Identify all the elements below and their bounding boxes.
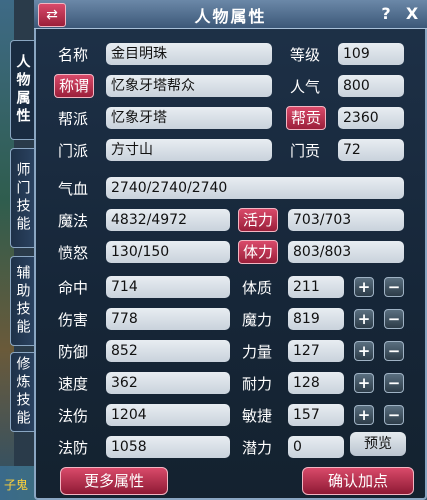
name-label: 名称 (58, 46, 89, 64)
gang-value: 忆象牙塔 (106, 107, 272, 129)
stat-label-defense: 防御 (58, 343, 89, 361)
attr-value-constitution: 211 (288, 276, 344, 298)
title-value: 忆象牙塔帮众 (106, 75, 272, 97)
stat-value-hit: 714 (106, 276, 230, 298)
attr-value-strength: 127 (288, 340, 344, 362)
help-icon[interactable]: ? (376, 4, 396, 24)
hp-value: 2740/2740/2740 (106, 177, 404, 199)
attr-label-constitution: 体质 (242, 279, 273, 297)
gang-contribution-value: 2360 (338, 107, 404, 129)
background-text: 子鬼 (4, 478, 29, 492)
stat-value-magic-defense: 1058 (106, 436, 230, 458)
title-bar[interactable]: ⇄ 人物属性 ? X (34, 0, 427, 29)
level-label: 等级 (290, 46, 321, 64)
more-attributes-button[interactable]: 更多属性 (60, 467, 168, 495)
gang-label: 帮派 (58, 110, 89, 128)
stat-label-hit: 命中 (58, 279, 89, 297)
attr-label-agility: 敏捷 (242, 407, 273, 425)
agility-minus-button[interactable]: − (384, 405, 404, 425)
mp-label: 魔法 (58, 212, 89, 230)
confirm-points-button[interactable]: 确认加点 (302, 467, 414, 495)
constitution-plus-button[interactable]: + (354, 277, 374, 297)
attr-label-endurance: 耐力 (242, 375, 273, 393)
vigor-button[interactable]: 活力 (238, 208, 279, 232)
magic-minus-button[interactable]: − (384, 309, 404, 329)
stat-label-magic-defense: 法防 (58, 439, 89, 457)
title-label-button[interactable]: 称谓 (54, 74, 95, 98)
endurance-plus-button[interactable]: + (354, 373, 374, 393)
close-icon[interactable]: X (402, 4, 422, 24)
school-contribution-value: 72 (338, 139, 404, 161)
stat-value-damage: 778 (106, 308, 230, 330)
mp-value: 4832/4972 (106, 209, 230, 231)
anger-label: 愤怒 (58, 244, 89, 262)
attr-label-strength: 力量 (242, 343, 273, 361)
agility-plus-button[interactable]: + (354, 405, 374, 425)
hp-label: 气血 (58, 180, 89, 198)
stat-value-defense: 852 (106, 340, 230, 362)
tab-school-skills[interactable]: 师门技能 (10, 148, 34, 248)
popularity-value: 800 (338, 75, 404, 97)
preview-button[interactable]: 预览 (350, 432, 406, 456)
strength-plus-button[interactable]: + (354, 341, 374, 361)
tab-character-attributes[interactable]: 人物属性 (10, 40, 34, 140)
stat-value-speed: 362 (106, 372, 230, 394)
stat-label-magic-damage: 法伤 (58, 407, 89, 425)
attr-label-potential: 潜力 (242, 439, 273, 457)
name-value: 金目明珠 (106, 43, 272, 65)
level-value: 109 (338, 43, 404, 65)
stamina-value: 803/803 (288, 241, 404, 263)
tab-assist-skills[interactable]: 辅助技能 (10, 256, 34, 346)
strength-minus-button[interactable]: − (384, 341, 404, 361)
attr-value-potential: 0 (288, 436, 344, 458)
constitution-minus-button[interactable]: − (384, 277, 404, 297)
attr-value-endurance: 128 (288, 372, 344, 394)
attr-label-magic: 魔力 (242, 311, 273, 329)
attr-value-agility: 157 (288, 404, 344, 426)
stat-label-speed: 速度 (58, 375, 89, 393)
tab-cultivation-skills[interactable]: 修炼技能 (10, 352, 34, 432)
attr-value-magic: 819 (288, 308, 344, 330)
window-title: 人物属性 (194, 7, 267, 26)
school-contribution-label: 门贡 (290, 142, 321, 160)
school-value: 方寸山 (106, 139, 272, 161)
stat-label-damage: 伤害 (58, 311, 89, 329)
magic-plus-button[interactable]: + (354, 309, 374, 329)
vigor-value: 703/703 (288, 209, 404, 231)
stat-value-magic-damage: 1204 (106, 404, 230, 426)
stamina-button[interactable]: 体力 (238, 240, 279, 264)
endurance-minus-button[interactable]: − (384, 373, 404, 393)
anger-value: 130/150 (106, 241, 230, 263)
gang-contribution-button[interactable]: 帮贡 (286, 106, 327, 130)
popularity-label: 人气 (290, 78, 321, 96)
school-label: 门派 (58, 142, 89, 160)
